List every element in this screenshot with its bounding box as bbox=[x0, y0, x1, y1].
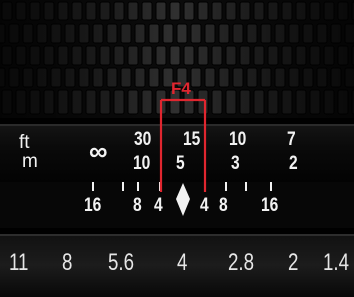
distance-ft-15: 15 bbox=[183, 129, 201, 150]
aperture-1-4: 1.4 bbox=[323, 249, 350, 276]
infinity-mark: ∞ bbox=[89, 136, 108, 166]
distance-m-3: 3 bbox=[231, 153, 240, 174]
distance-ft-10: 10 bbox=[229, 129, 247, 150]
dof-left-16: 16 bbox=[84, 195, 102, 216]
dof-left-4: 4 bbox=[154, 195, 163, 216]
unit-meters-label: m bbox=[22, 151, 38, 172]
distance-m-5: 5 bbox=[176, 153, 185, 174]
aperture-2: 2 bbox=[288, 249, 299, 276]
lens-barrel-photo: F4 ft m ∞ 30 15 10 7 10 5 3 2 16 8 4 4 8… bbox=[0, 0, 354, 297]
aperture-2-8: 2.8 bbox=[228, 249, 255, 276]
distance-ft-30: 30 bbox=[134, 129, 152, 150]
aperture-11: 11 bbox=[9, 249, 29, 276]
aperture-4: 4 bbox=[177, 249, 188, 276]
distance-m-2: 2 bbox=[289, 153, 298, 174]
dof-right-4: 4 bbox=[200, 195, 209, 216]
dof-left-8: 8 bbox=[133, 195, 142, 216]
distance-m-10: 10 bbox=[133, 153, 151, 174]
f4-annotation-label: F4 bbox=[171, 79, 191, 98]
dof-right-16: 16 bbox=[261, 195, 279, 216]
dof-scale-band bbox=[0, 182, 354, 228]
dof-right-8: 8 bbox=[219, 195, 228, 216]
unit-feet-label: ft bbox=[19, 132, 30, 153]
aperture-8: 8 bbox=[62, 249, 73, 276]
distance-ft-7: 7 bbox=[287, 129, 296, 150]
aperture-5-6: 5.6 bbox=[108, 249, 135, 276]
